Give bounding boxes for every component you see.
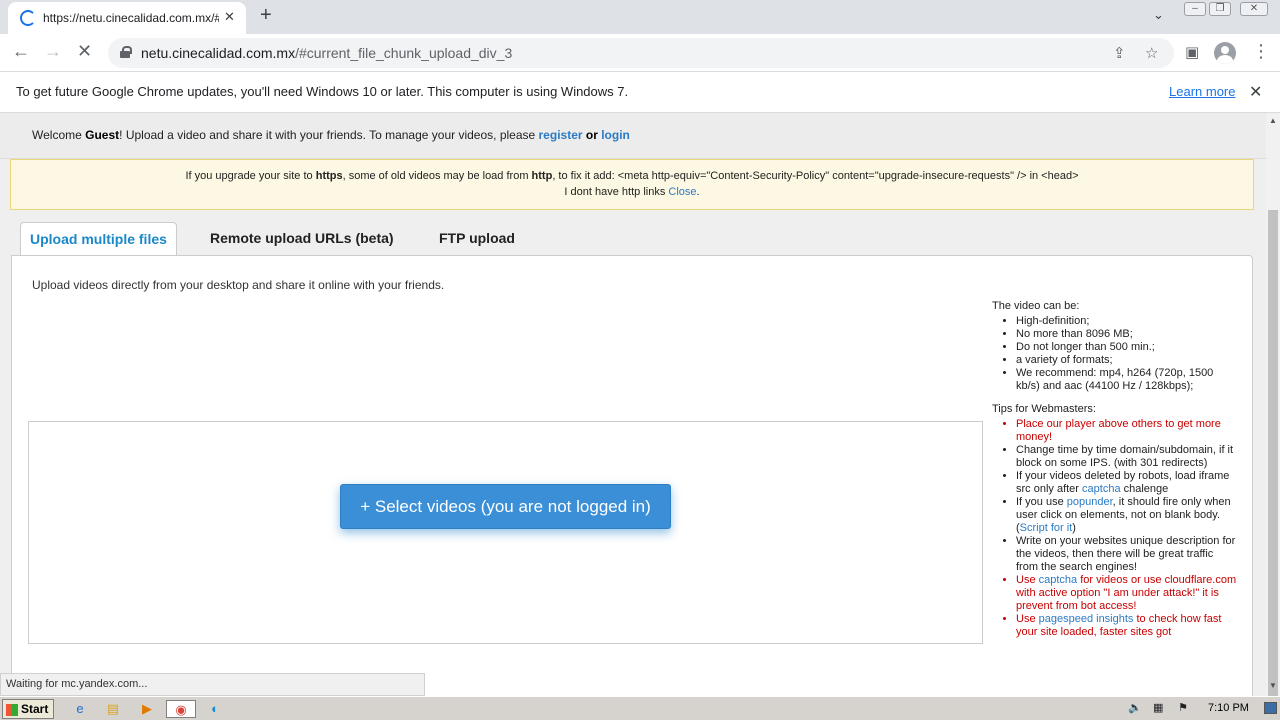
list-item: If your videos deleted by robots, load i…	[1016, 470, 1242, 496]
file-explorer-icon[interactable]: ▤	[103, 700, 123, 718]
captcha-link-2[interactable]: captcha	[1039, 574, 1078, 586]
tab-search-chevron-icon[interactable]: ⌄	[1153, 7, 1164, 23]
popunder-link[interactable]: popunder	[1067, 496, 1113, 508]
profile-avatar-icon[interactable]	[1214, 42, 1236, 64]
upload-dropzone[interactable]: + Select videos (you are not logged in)	[28, 421, 983, 644]
learn-more-link[interactable]: Learn more	[1169, 84, 1235, 99]
list-item: We recommend: mp4, h264 (720p, 1500 kb/s…	[1016, 367, 1242, 393]
scrollbar-thumb[interactable]	[1268, 210, 1278, 703]
select-videos-button[interactable]: + Select videos (you are not logged in)	[340, 484, 671, 529]
info-bar-message: To get future Google Chrome updates, you…	[16, 84, 629, 99]
login-link[interactable]: login	[601, 128, 630, 142]
upload-panel: Upload videos directly from your desktop…	[11, 255, 1253, 696]
upload-info-sidebar: The video can be: High-definition; No mo…	[992, 300, 1242, 649]
address-bar[interactable]: netu.cinecalidad.com.mx/#current_file_ch…	[108, 38, 1174, 68]
tips-heading: Tips for Webmasters:	[992, 403, 1096, 415]
list-item: Use captcha for videos or use cloudflare…	[1016, 574, 1242, 613]
list-item: High-definition;	[1016, 315, 1242, 328]
network-icon[interactable]: ▦	[1153, 701, 1163, 714]
minimize-button[interactable]: –	[1184, 2, 1206, 16]
captcha-link[interactable]: captcha	[1082, 483, 1121, 495]
windows-logo-icon	[6, 704, 18, 716]
list-item: No more than 8096 MB;	[1016, 328, 1242, 341]
loading-spinner-icon	[20, 10, 36, 26]
https-notice: If you upgrade your site to https, some …	[10, 159, 1254, 210]
list-item: a variety of formats;	[1016, 354, 1242, 367]
page-content: Welcome Guest! Upload a video and share …	[0, 113, 1266, 696]
welcome-message: Welcome Guest! Upload a video and share …	[32, 128, 630, 142]
tab-ftp-upload[interactable]: FTP upload	[439, 222, 515, 255]
list-item: Do not longer than 500 min.;	[1016, 341, 1242, 354]
back-arrow-icon[interactable]: ←	[12, 41, 30, 62]
edge-icon[interactable]: ◐	[205, 700, 225, 718]
script-for-it-link[interactable]: Script for it	[1020, 522, 1073, 534]
list-item: Place our player above others to get mor…	[1016, 418, 1242, 444]
media-player-icon[interactable]: ▶	[137, 700, 157, 718]
tab-remote-upload[interactable]: Remote upload URLs (beta)	[210, 222, 394, 255]
forward-arrow-icon[interactable]: →	[44, 41, 62, 62]
browser-tab[interactable]: https://netu.cinecalidad.com.mx/#c ✕	[8, 2, 246, 34]
page-scrollbar[interactable]: ▲ ▼	[1266, 113, 1280, 703]
notice-close-link[interactable]: Close	[668, 186, 696, 198]
internet-explorer-icon[interactable]: e	[70, 700, 90, 718]
pagespeed-insights-link[interactable]: pagespeed insights	[1039, 613, 1134, 625]
list-item: Use pagespeed insights to check how fast…	[1016, 613, 1242, 639]
system-tray: 🔈 ▦ ⚑	[1125, 699, 1280, 719]
list-item: Write on your websites unique descriptio…	[1016, 535, 1242, 574]
lock-icon[interactable]	[120, 46, 132, 58]
tips-list: Place our player above others to get mor…	[1016, 418, 1242, 639]
window-close-button[interactable]: ✕	[1240, 2, 1268, 16]
maximize-button[interactable]: ❐	[1209, 2, 1231, 16]
action-center-flag-icon[interactable]: ⚑	[1178, 701, 1188, 714]
browser-toolbar: ← → ✕ netu.cinecalidad.com.mx/#current_f…	[0, 34, 1280, 72]
register-link[interactable]: register	[539, 128, 583, 142]
start-button[interactable]: Start	[2, 699, 54, 719]
windows-taskbar: Start e ▤ ▶ ◉ ◐ 🔈 ▦ ⚑ 7:10 PM	[0, 696, 1280, 720]
scroll-down-icon[interactable]: ▼	[1269, 681, 1277, 690]
list-item: Change time by time domain/subdomain, if…	[1016, 444, 1242, 470]
tab-close-icon[interactable]: ✕	[224, 9, 235, 25]
new-tab-button[interactable]: +	[260, 4, 272, 27]
welcome-bar: Welcome Guest! Upload a video and share …	[0, 113, 1266, 159]
video-requirements-list: High-definition; No more than 8096 MB; D…	[1016, 315, 1242, 393]
status-bubble: Waiting for mc.yandex.com...	[0, 673, 425, 696]
scroll-up-icon[interactable]: ▲	[1269, 116, 1277, 125]
share-icon[interactable]: ⇪	[1113, 44, 1126, 62]
stop-loading-icon[interactable]: ✕	[77, 41, 92, 62]
side-panel-icon[interactable]: ▣	[1185, 43, 1199, 61]
update-info-bar: To get future Google Chrome updates, you…	[0, 72, 1280, 113]
tab-title: https://netu.cinecalidad.com.mx/#c	[43, 11, 219, 25]
chrome-icon[interactable]: ◉	[166, 700, 196, 718]
url-text[interactable]: netu.cinecalidad.com.mx/#current_file_ch…	[141, 45, 512, 61]
video-can-be-heading: The video can be:	[992, 300, 1080, 312]
volume-icon[interactable]: 🔈	[1128, 701, 1142, 714]
upload-lead-text: Upload videos directly from your desktop…	[32, 278, 445, 292]
taskbar-clock[interactable]: 7:10 PM	[1208, 702, 1249, 714]
tab-upload-multiple-files[interactable]: Upload multiple files	[20, 222, 177, 255]
chrome-menu-icon[interactable]: ⋮	[1252, 41, 1270, 62]
show-desktop-icon[interactable]	[1264, 702, 1277, 714]
tab-strip: https://netu.cinecalidad.com.mx/#c ✕ + ⌄…	[0, 0, 1280, 34]
info-bar-close-icon[interactable]: ✕	[1249, 82, 1262, 102]
list-item: If you use popunder, it should fire only…	[1016, 496, 1242, 535]
bookmark-star-icon[interactable]: ☆	[1145, 44, 1158, 62]
